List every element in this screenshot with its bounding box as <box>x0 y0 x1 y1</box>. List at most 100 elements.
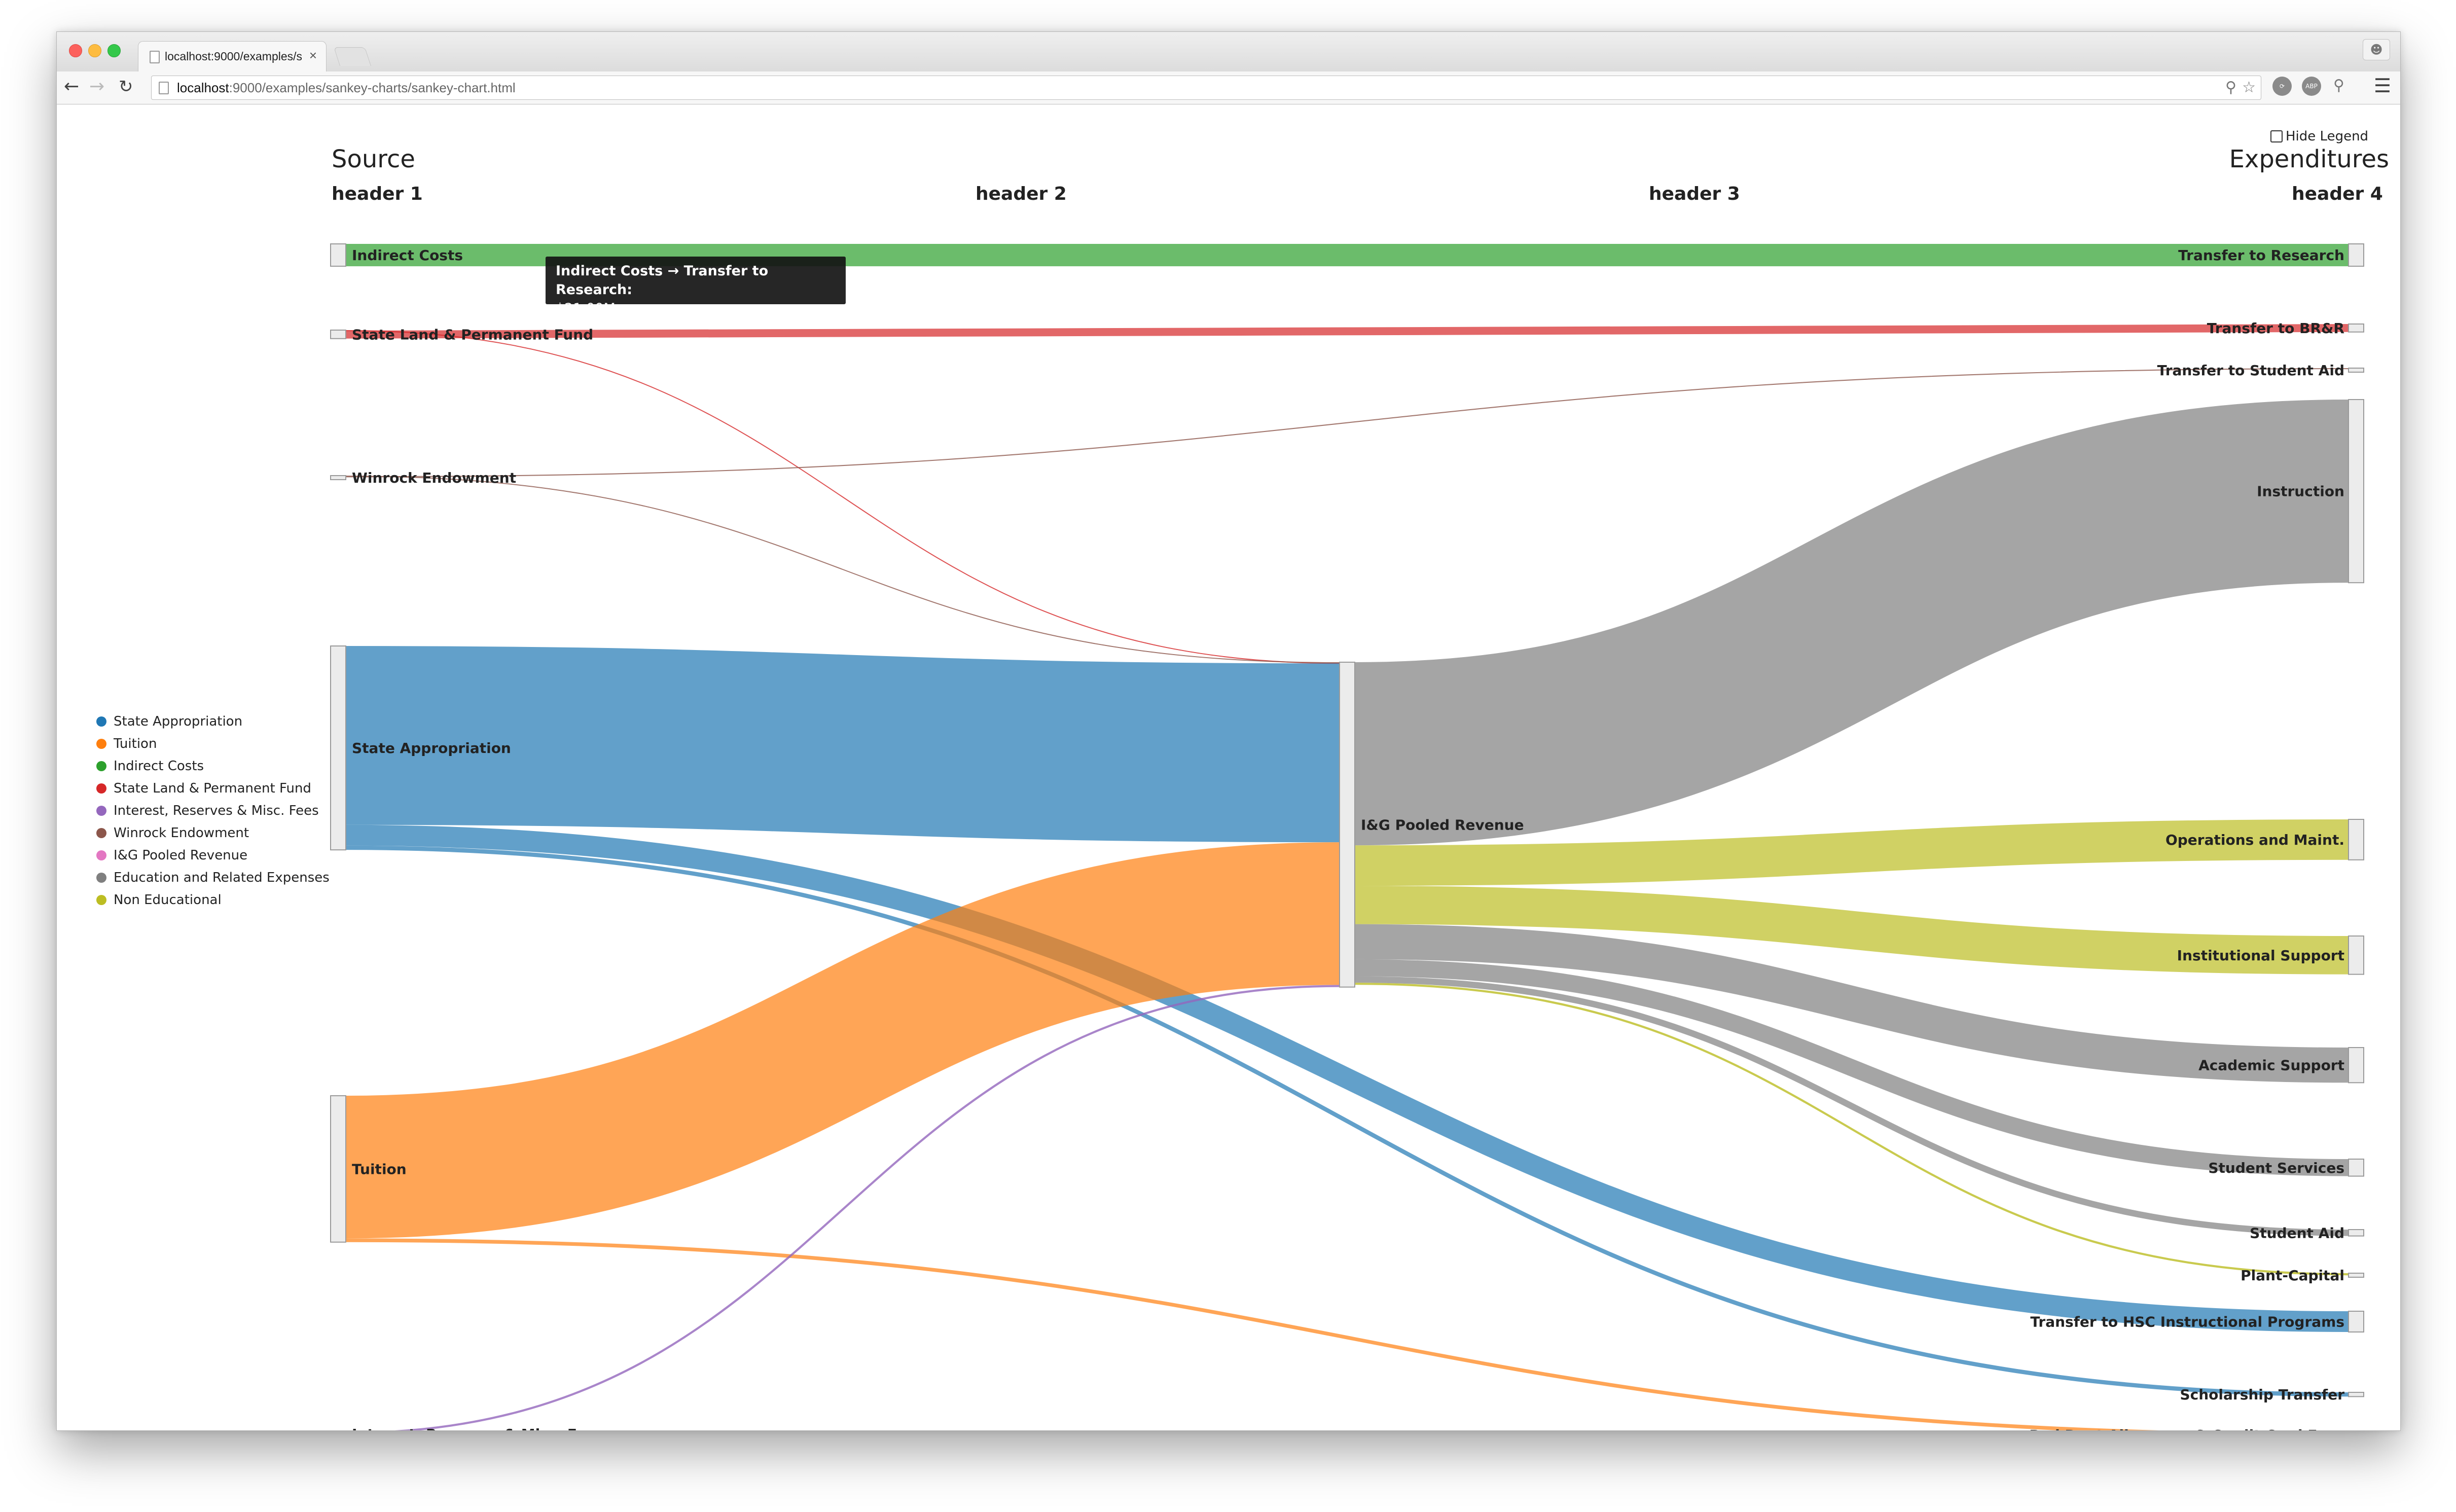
sankey-node-label: Operations and Maint. <box>2165 832 2344 848</box>
legend-item[interactable]: State Appropriation <box>96 710 330 733</box>
legend-label: State Land & Permanent Fund <box>114 781 311 796</box>
sankey-node[interactable] <box>2348 1392 2364 1397</box>
sankey-node[interactable] <box>330 1095 346 1243</box>
sankey-node[interactable] <box>330 645 346 851</box>
url-host: localhost <box>177 80 229 95</box>
sankey-node-label: Transfer to BR&R <box>2207 320 2344 337</box>
legend-item[interactable]: Interest, Reserves & Misc. Fees <box>96 800 330 822</box>
expenditures-title: Expenditures <box>2229 145 2389 173</box>
header-4: header 4 <box>2292 184 2383 204</box>
menu-icon[interactable]: ☰ <box>2374 75 2391 97</box>
sankey-node[interactable] <box>2348 1159 2364 1177</box>
sankey-node-label: Indirect Costs <box>352 247 463 264</box>
sankey-link[interactable] <box>345 330 1340 664</box>
tooltip-title: Indirect Costs → Transfer to Research: <box>556 263 769 298</box>
legend-label: I&G Pooled Revenue <box>114 848 248 863</box>
tab-close-icon[interactable]: × <box>309 48 317 63</box>
sankey-node-label: Transfer to HSC Instructional Programs <box>2030 1313 2344 1330</box>
sankey-link[interactable] <box>1354 400 2349 846</box>
browser-toolbar: ← → ↻ localhost:9000/examples/sankey-cha… <box>57 71 2400 104</box>
legend-label: State Appropriation <box>114 714 243 729</box>
sankey-link[interactable] <box>345 476 1340 663</box>
sankey-node[interactable] <box>2348 1273 2364 1278</box>
close-window-button[interactable] <box>69 44 82 57</box>
legend-item[interactable]: Education and Related Expenses <box>96 867 330 889</box>
forward-arrow-icon[interactable]: → <box>89 77 104 97</box>
reload-icon[interactable]: ↻ <box>119 77 133 97</box>
sankey-node-label: State Land & Permanent Fund <box>352 326 593 343</box>
sankey-node[interactable] <box>2348 243 2364 267</box>
page-content: Indirect Costs State Land & Permanent Fun… <box>57 104 2400 1430</box>
legend-label: Winrock Endowment <box>114 825 249 841</box>
sankey-link[interactable] <box>345 324 2349 339</box>
sankey-node[interactable] <box>2348 399 2364 584</box>
back-arrow-icon[interactable]: ← <box>64 77 79 97</box>
legend-dot-icon <box>96 895 106 905</box>
sankey-node[interactable] <box>2348 1229 2364 1237</box>
legend: State Appropriation Tuition Indirect Cos… <box>96 710 330 911</box>
tooltip-value: $21.00M <box>556 301 616 316</box>
sankey-node[interactable] <box>2348 368 2364 373</box>
legend-item[interactable]: Winrock Endowment <box>96 822 330 844</box>
legend-item[interactable]: State Land & Permanent Fund <box>96 777 330 800</box>
page-icon <box>159 82 169 94</box>
adblock-icon[interactable]: ABP <box>2302 77 2321 96</box>
legend-item[interactable]: Indirect Costs <box>96 755 330 777</box>
zoom-icon[interactable]: ⚲ <box>2225 76 2236 99</box>
legend-label: Interest, Reserves & Misc. Fees <box>114 803 319 818</box>
sankey-chart: Indirect Costs State Land & Permanent Fun… <box>330 243 2364 1430</box>
sankey-node[interactable] <box>2348 323 2364 333</box>
hide-legend-label: Hide Legend <box>2286 129 2369 144</box>
header-1: header 1 <box>332 184 423 204</box>
extension-icon[interactable]: ⟳ <box>2272 77 2292 96</box>
zoom-window-button[interactable] <box>107 44 121 57</box>
sankey-node-label: Student Aid <box>2250 1225 2344 1241</box>
bookmark-star-icon[interactable]: ☆ <box>2242 76 2256 99</box>
profile-icon[interactable]: ☻ <box>2363 39 2390 60</box>
link-tooltip: Indirect Costs → Transfer to Research: $… <box>546 257 846 316</box>
sankey-link[interactable] <box>1354 983 2349 1276</box>
sankey-node-label: Tuition <box>352 1161 407 1177</box>
search-icon[interactable]: ⚲ <box>2333 77 2344 94</box>
sankey-node-label: State Appropriation <box>352 740 511 757</box>
legend-item[interactable]: I&G Pooled Revenue <box>96 844 330 867</box>
browser-tab[interactable]: localhost:9000/examples/sankey-charts/sa… <box>138 41 327 71</box>
page-favicon-icon <box>150 51 160 63</box>
header-2: header 2 <box>976 184 1067 204</box>
address-bar[interactable]: localhost:9000/examples/sankey-charts/sa… <box>151 76 2261 100</box>
sankey-node-label: Bad Dept Allowance & Credit Card Fees <box>2029 1427 2344 1430</box>
sankey-node[interactable] <box>330 475 346 480</box>
sankey-node[interactable] <box>330 330 346 339</box>
sankey-node[interactable] <box>2348 819 2364 860</box>
tab-title: localhost:9000/examples/sankey-charts/sa… <box>165 50 302 63</box>
title-bar: localhost:9000/examples/sankey-charts/sa… <box>57 32 2400 72</box>
header-3: header 3 <box>1649 184 1740 204</box>
legend-dot-icon <box>96 828 106 838</box>
sankey-node-label: Institutional Support <box>2177 947 2344 964</box>
legend-dot-icon <box>96 716 106 727</box>
legend-dot-icon <box>96 739 106 749</box>
sankey-node[interactable] <box>1339 662 1355 988</box>
legend-item[interactable]: Tuition <box>96 733 330 755</box>
sankey-node[interactable] <box>2348 1047 2364 1084</box>
sankey-node-label: Academic Support <box>2198 1057 2344 1074</box>
new-tab-button[interactable] <box>333 47 372 66</box>
checkbox-icon[interactable] <box>2270 130 2283 142</box>
legend-label: Non Educational <box>114 892 222 908</box>
sankey-node-label: Scholarship Transfer <box>2180 1386 2344 1403</box>
legend-item[interactable]: Non Educational <box>96 889 330 911</box>
minimize-window-button[interactable] <box>88 44 101 57</box>
legend-dot-icon <box>96 783 106 794</box>
legend-dot-icon <box>96 761 106 771</box>
legend-label: Indirect Costs <box>114 759 204 774</box>
sankey-node[interactable] <box>2348 935 2364 975</box>
sankey-link[interactable] <box>345 1238 2349 1430</box>
url-text: localhost:9000/examples/sankey-charts/sa… <box>177 76 516 99</box>
sankey-node-label: Student Services <box>2208 1160 2344 1176</box>
url-path: :9000/examples/sankey-charts/sankey-char… <box>229 80 516 95</box>
sankey-node[interactable] <box>2348 1311 2364 1333</box>
browser-window: localhost:9000/examples/sankey-charts/sa… <box>56 31 2401 1431</box>
hide-legend-checkbox[interactable]: Hide Legend <box>2270 129 2368 144</box>
legend-dot-icon <box>96 806 106 816</box>
sankey-node[interactable] <box>330 243 346 267</box>
